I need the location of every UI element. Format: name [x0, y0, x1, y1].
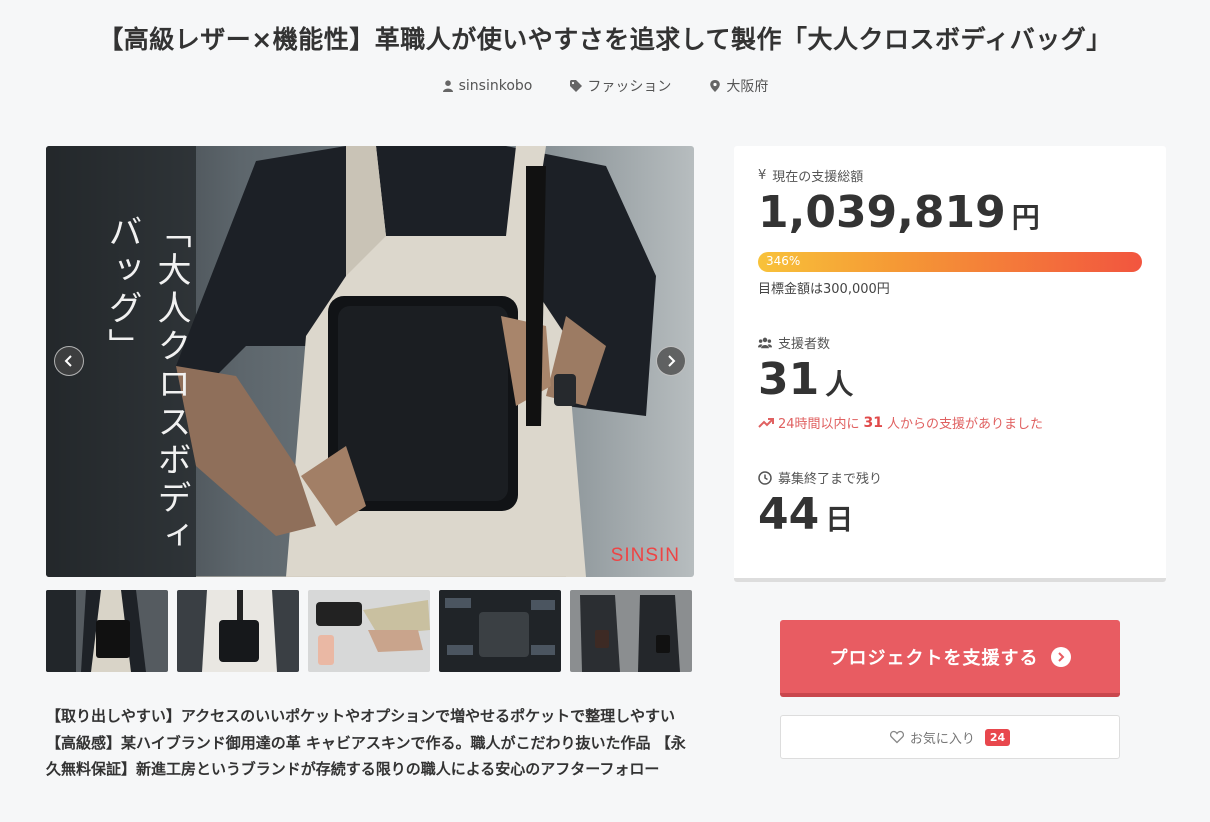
remaining-days-number: 44 — [758, 489, 820, 540]
remaining-label: 募集終了まで残り — [778, 472, 883, 487]
progress-bar: 346% — [758, 252, 1142, 272]
meta-owner[interactable]: sinsinkobo — [442, 76, 533, 96]
support-project-button[interactable]: プロジェクトを支援する — [780, 620, 1120, 697]
clock-icon — [758, 470, 772, 485]
meta-location[interactable]: 大阪府 — [709, 76, 768, 96]
favorite-count-badge: 24 — [984, 728, 1011, 746]
favorite-button[interactable]: お気に入り 24 — [780, 715, 1120, 759]
category-name: ファッション — [587, 79, 672, 95]
backers-count-unit: 人 — [825, 368, 854, 401]
favorite-label: お気に入り — [909, 731, 975, 747]
hero-caption: 「大人クロスボディバッグ」 — [102, 214, 191, 556]
carousel-prev-button[interactable] — [54, 346, 84, 376]
user-icon — [442, 80, 453, 92]
carousel-next-button[interactable] — [656, 346, 686, 376]
thumbnail-strip — [46, 590, 694, 672]
remaining-days: 44 日 — [758, 489, 1142, 540]
location-name: 大阪府 — [726, 79, 769, 95]
location-pin-icon — [710, 80, 721, 92]
backers-count: 31 人 — [758, 354, 1142, 405]
trend-suffix: 人からの支援がありました — [887, 417, 1044, 432]
funding-label-row: ¥ 現在の支援総額 — [758, 166, 1142, 185]
tag-icon — [570, 80, 583, 92]
thumbnail-3[interactable] — [308, 590, 430, 672]
project-meta: sinsinkobo ファッション 大阪府 — [0, 76, 1210, 96]
backers-label: 支援者数 — [778, 337, 831, 352]
progress-percent: 346% — [766, 254, 801, 268]
thumbnail-5[interactable] — [570, 590, 692, 672]
funding-amount: 1,039,819 円 — [758, 187, 1142, 238]
chevron-left-icon — [64, 355, 72, 367]
backers-trend: 24時間以内に 31 人からの支援がありました — [758, 413, 1142, 432]
funding-amount-number: 1,039,819 — [758, 187, 1006, 238]
hero-image[interactable]: 「大人クロスボディバッグ」 SINSIN — [46, 146, 694, 577]
backers-label-row: 支援者数 — [758, 333, 1142, 352]
arrow-right-circle-icon — [1050, 646, 1071, 667]
owner-name: sinsinkobo — [458, 78, 533, 94]
heart-icon — [889, 730, 904, 744]
thumbnail-1[interactable] — [46, 590, 168, 672]
project-title: 【高級レザー×機能性】革職人が使いやすさを追求して製作「大人クロスボディバッグ」 — [98, 25, 1112, 54]
thumbnail-4[interactable] — [439, 590, 561, 672]
trend-prefix: 24時間以内に — [778, 417, 860, 432]
support-button-label: プロジェクトを支援する — [829, 647, 1039, 669]
goal-amount: 目標金額は300,000円 — [758, 282, 890, 297]
backers-count-number: 31 — [758, 354, 820, 405]
funding-amount-unit: 円 — [1011, 201, 1040, 234]
trend-count: 31 — [863, 414, 884, 431]
stats-panel: ¥ 現在の支援総額 1,039,819 円 346% 目標金額は300,000円 … — [734, 146, 1166, 582]
remaining-label-row: 募集終了まで残り — [758, 468, 1142, 487]
chevron-right-icon — [668, 355, 676, 367]
remaining-days-unit: 日 — [825, 503, 854, 536]
yen-icon: ¥ — [758, 168, 767, 183]
project-description: 【取り出しやすい】アクセスのいいポケットやオプションで増やせるポケットで整理しや… — [46, 707, 686, 778]
trending-up-icon — [758, 417, 774, 428]
meta-category[interactable]: ファッション — [570, 76, 671, 96]
thumbnail-2[interactable] — [177, 590, 299, 672]
users-icon — [758, 337, 772, 348]
hero-logo: SINSIN — [610, 545, 680, 566]
funding-label: 現在の支援総額 — [772, 170, 864, 185]
